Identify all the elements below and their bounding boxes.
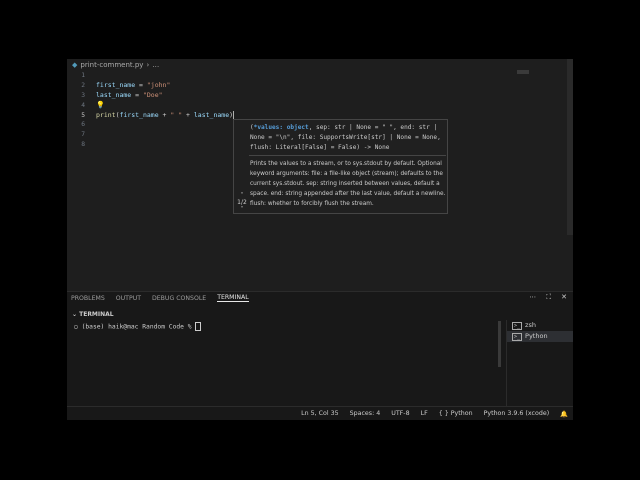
- braces-icon: { }: [438, 410, 449, 417]
- more-actions-icon[interactable]: ⋯: [529, 293, 536, 302]
- chevron-up-icon[interactable]: ˄: [235, 192, 249, 199]
- token-var: first_name: [96, 80, 136, 89]
- terminal-item-python[interactable]: >_ Python: [507, 331, 573, 342]
- status-indentation[interactable]: Spaces: 4: [350, 410, 381, 417]
- terminal-header-label: TERMINAL: [79, 311, 114, 318]
- doc-line: space. end: string appended after the la…: [250, 191, 446, 197]
- breadcrumb-rest[interactable]: …: [152, 61, 159, 69]
- chevron-down-icon[interactable]: ⌄: [72, 311, 77, 318]
- terminal-item-label: zsh: [525, 321, 536, 329]
- status-language[interactable]: { } Python: [439, 410, 473, 417]
- breadcrumb-file[interactable]: print-comment.py: [80, 61, 143, 69]
- lightbulb-icon[interactable]: 💡: [96, 101, 105, 109]
- editor-scrollbar[interactable]: [567, 59, 573, 235]
- line-number: 1: [81, 72, 85, 79]
- line-number-gutter: 1 2 3 4 5 6 7 8: [67, 71, 85, 150]
- status-language-label: Python: [450, 410, 473, 417]
- token-str: "Doe": [142, 90, 163, 99]
- status-interpreter[interactable]: Python 3.9.6 (xcode): [484, 410, 550, 417]
- overload-counter: 1/2: [237, 199, 247, 206]
- terminal-prompt-line[interactable]: ○ (base) haik@mac Random Code %: [74, 322, 202, 331]
- signature-help-popup[interactable]: (*values: object, sep: str | None = " ",…: [233, 119, 448, 214]
- doc-line: Prints the values to a stream, or to sys…: [250, 161, 442, 167]
- code-line-7[interactable]: [96, 130, 234, 140]
- overload-navigator: ˄ 1/2 ˅: [235, 192, 249, 213]
- signature: (*values: object, sep: str | None = " ",…: [250, 123, 446, 153]
- line-number: 6: [81, 121, 85, 129]
- code-line-5[interactable]: print(first_name + " " + last_name): [96, 110, 235, 121]
- breadcrumb: ◆ print-comment.py › …: [72, 60, 159, 70]
- terminal-item-zsh[interactable]: >_ zsh: [507, 320, 573, 331]
- status-encoding[interactable]: UTF-8: [391, 410, 409, 417]
- minimap[interactable]: [517, 70, 529, 74]
- signature-line-3: flush: Literal[False] = False) -> None: [250, 144, 390, 151]
- line-number: 4: [81, 101, 85, 109]
- chevron-down-icon[interactable]: ˅: [235, 206, 249, 213]
- code-line-8[interactable]: [96, 140, 234, 150]
- bell-icon[interactable]: 🔔: [560, 410, 568, 418]
- tab-problems[interactable]: PROBLEMS: [71, 295, 105, 302]
- line-number-active: 5: [81, 111, 85, 119]
- panel-actions: ⋯ ⛶ ✕: [529, 293, 567, 302]
- code-line-4[interactable]: 💡: [96, 101, 234, 111]
- sig-rest: , sep: str | None = " ", end: str |: [308, 124, 438, 131]
- status-eol[interactable]: LF: [421, 410, 428, 417]
- python-file-icon: ◆: [72, 61, 78, 69]
- terminal-cursor: [195, 322, 202, 331]
- doc-line: current sys.stdout. sep: string inserted…: [250, 181, 440, 187]
- line-number: 7: [81, 131, 85, 139]
- token-var: first_name: [119, 110, 159, 119]
- editor: ◆ print-comment.py › … 1 2 3 4 5 6 7 8 f…: [67, 59, 573, 291]
- prompt-circle-icon: ○: [74, 323, 82, 331]
- status-cursor-position[interactable]: Ln 5, Col 35: [301, 410, 339, 417]
- panel-tabs: PROBLEMS OUTPUT DEBUG CONSOLE TERMINAL: [67, 292, 249, 304]
- line-number: 2: [81, 81, 85, 89]
- bottom-panel: PROBLEMS OUTPUT DEBUG CONSOLE TERMINAL ⋯…: [67, 291, 573, 407]
- text-cursor: [233, 110, 235, 119]
- line-number: 3: [81, 91, 85, 99]
- docstring: Prints the values to a stream, or to sys…: [250, 159, 446, 209]
- maximize-panel-icon[interactable]: ⛶: [546, 293, 551, 302]
- token-var: last_name: [193, 110, 230, 119]
- status-bar: Ln 5, Col 35 Spaces: 4 UTF-8 LF { } Pyth…: [67, 406, 573, 420]
- code-line-3[interactable]: last_name = "Doe": [96, 91, 234, 101]
- terminal-list: >_ zsh >_ Python: [506, 320, 573, 407]
- terminal-icon: >_: [512, 332, 523, 341]
- token-op: =: [131, 90, 143, 99]
- vscode-window: ◆ print-comment.py › … 1 2 3 4 5 6 7 8 f…: [67, 59, 573, 420]
- terminal-icon: >_: [512, 321, 523, 330]
- code-line-2[interactable]: first_name = "john": [96, 81, 234, 91]
- signature-line-2: None = "\n", file: SupportsWrite[str] | …: [250, 134, 441, 141]
- code-line-6[interactable]: [96, 120, 234, 130]
- code-area[interactable]: first_name = "john" last_name = "Doe" 💡 …: [96, 71, 235, 150]
- sig-active-param: *values: object: [253, 124, 309, 131]
- token-var: last_name: [96, 90, 132, 99]
- code-line-1[interactable]: [96, 71, 234, 81]
- tab-debug-console[interactable]: DEBUG CONSOLE: [152, 295, 206, 302]
- token-str: " ": [170, 110, 183, 119]
- popup-divider: [249, 155, 446, 156]
- doc-line: flush: whether to forcibly flush the str…: [250, 201, 374, 207]
- breadcrumb-separator-icon: ›: [146, 61, 150, 69]
- line-number: 8: [81, 141, 85, 149]
- terminal-header: ⌄ TERMINAL: [72, 311, 114, 318]
- doc-line: keyword arguments: file: a file-like obj…: [250, 171, 443, 177]
- tab-output[interactable]: OUTPUT: [116, 295, 141, 302]
- token-str: "john": [146, 80, 171, 89]
- close-panel-icon[interactable]: ✕: [561, 293, 567, 302]
- token-op: =: [135, 80, 147, 89]
- terminal-item-label: Python: [525, 332, 548, 340]
- terminal-prompt: (base) haik@mac Random Code %: [81, 323, 196, 331]
- tab-terminal[interactable]: TERMINAL: [217, 294, 249, 302]
- signature-line-1: (*values: object, sep: str | None = " ",…: [250, 123, 446, 133]
- token-fn: print: [96, 110, 116, 119]
- token-op: +: [182, 110, 194, 119]
- token-op: +: [158, 110, 171, 119]
- terminal-scrollbar[interactable]: [498, 321, 501, 367]
